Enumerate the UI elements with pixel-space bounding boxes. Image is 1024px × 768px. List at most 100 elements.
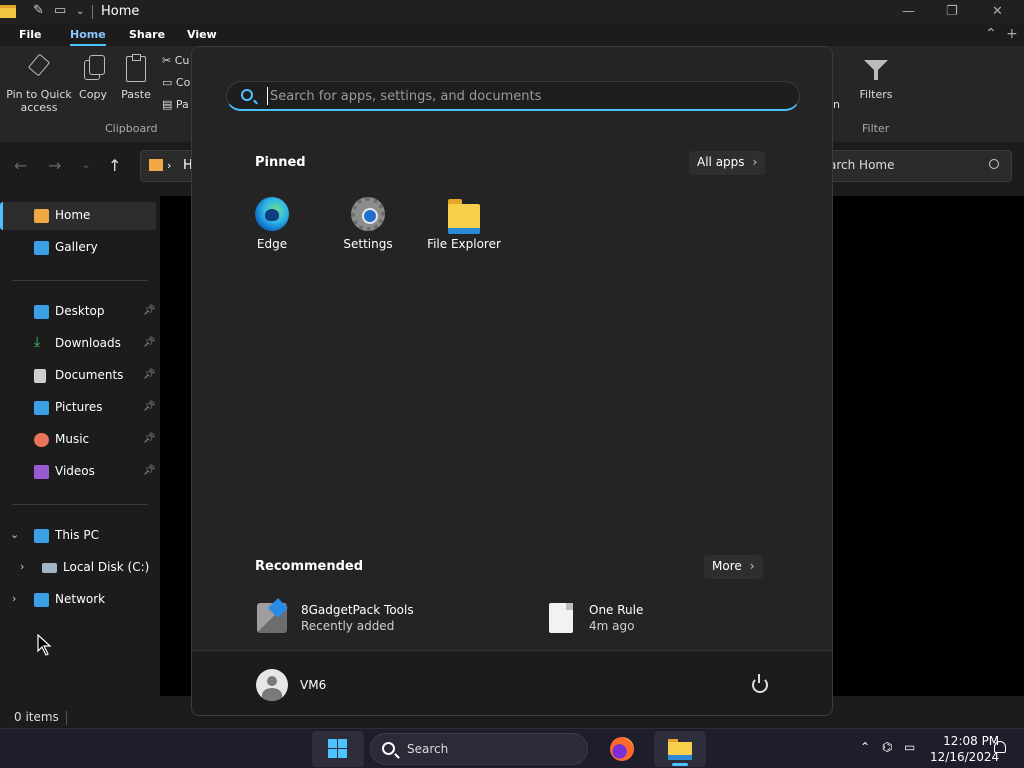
recent-chevron-icon[interactable]: ⌄ [82, 160, 90, 171]
recommended-item-time: 4m ago [589, 619, 635, 633]
cut-button[interactable]: ✂ Cu [162, 54, 189, 67]
pin-icon[interactable]: 📌︎ [143, 369, 156, 380]
sidebar-item-label: Local Disk (C:) [63, 560, 150, 574]
sidebar-item-downloads[interactable]: ⤓ Downloads 📌︎ [0, 330, 156, 358]
tab-home[interactable]: Home [70, 28, 106, 46]
sidebar-item-home[interactable]: Home [0, 202, 156, 230]
pin-icon[interactable]: 📌︎ [143, 401, 156, 412]
notification-bell-icon[interactable] [994, 741, 1006, 753]
chevron-right-icon[interactable]: › [20, 560, 24, 573]
recommended-item-one-rule[interactable]: One Rule 4m ago [549, 601, 749, 641]
tab-share[interactable]: Share [129, 28, 165, 41]
pinned-app-file-explorer[interactable]: File Explorer [416, 197, 512, 251]
taskbar-file-explorer[interactable] [654, 731, 706, 767]
pin-icon [26, 54, 52, 82]
pin-icon[interactable]: 📌︎ [143, 305, 156, 316]
sidebar-item-label: Home [55, 208, 91, 222]
search-icon [989, 159, 999, 169]
start-search-input[interactable] [267, 87, 787, 105]
disk-icon [42, 563, 57, 573]
sidebar-item-pictures[interactable]: Pictures 📌︎ [0, 394, 156, 422]
chevron-down-icon[interactable]: ⌄ [10, 528, 19, 541]
home-icon [149, 159, 163, 171]
collapse-ribbon-icon[interactable]: ⌃ [985, 26, 997, 42]
avatar[interactable] [256, 669, 288, 701]
start-menu: Pinned All apps › Edge Settings File Expl… [191, 46, 833, 716]
copy-path-button[interactable]: ▭ Co [162, 76, 190, 89]
tab-file[interactable]: File [19, 28, 42, 41]
folder-icon [0, 5, 16, 18]
music-icon [34, 433, 49, 447]
filter-icon [864, 58, 888, 82]
network-status-icon[interactable]: ⌬ [882, 740, 892, 754]
recommended-item-time: Recently added [301, 619, 395, 633]
pinned-app-edge[interactable]: Edge [224, 197, 320, 251]
start-search-box[interactable] [226, 81, 800, 111]
back-arrow-icon[interactable]: ← [14, 156, 27, 175]
filters-button[interactable]: Filters [856, 56, 896, 101]
restore-button[interactable]: ❐ [946, 4, 958, 19]
download-icon: ⤓ [34, 334, 41, 350]
firefox-icon[interactable] [610, 737, 634, 761]
pin-quick-access-button[interactable]: Pin to Quick access [6, 54, 72, 114]
pin-icon[interactable]: 📌︎ [143, 465, 156, 476]
title-bar: ✎ ▭ ⌄ Home — ❐ ✕ [0, 0, 1024, 24]
minimize-button[interactable]: — [902, 4, 915, 19]
sidebar-divider [12, 504, 148, 505]
sidebar-item-label: Network [55, 592, 106, 606]
sidebar-item-music[interactable]: Music 📌︎ [0, 426, 156, 454]
show-hidden-icons-chevron-icon[interactable]: ⌃ [860, 740, 870, 754]
paste-shortcut-button[interactable]: ▤ Pa [162, 98, 189, 111]
navigation-pane: Home Gallery Desktop 📌︎ ⤓ Downloads 📌︎ D… [0, 196, 160, 696]
sidebar-divider [12, 280, 148, 281]
pin-quick-access-label: Pin to Quick access [6, 88, 72, 114]
power-icon[interactable] [752, 674, 768, 693]
folder-body [668, 742, 692, 760]
tab-view[interactable]: View [187, 28, 217, 41]
paste-button[interactable]: Paste [118, 54, 154, 101]
new-tab-icon[interactable]: + [1006, 26, 1018, 42]
system-clock[interactable]: 12:08 PM 12/16/2024 [930, 733, 999, 765]
sidebar-item-documents[interactable]: Documents 📌︎ [0, 362, 156, 390]
pictures-icon [34, 401, 49, 415]
sidebar-item-gallery[interactable]: Gallery [0, 234, 156, 262]
pin-icon[interactable]: 📌︎ [143, 337, 156, 348]
recommended-item-gadgetpack[interactable]: 8GadgetPack Tools Recently added [257, 601, 497, 641]
new-folder-icon[interactable]: ▭ [54, 3, 66, 18]
copy-button[interactable]: Copy [76, 54, 110, 101]
chevron-right-icon: › [752, 155, 758, 169]
taskbar-search-box[interactable]: Search [370, 733, 588, 765]
taskbar: Search ⌃ ⌬ ▭ 12:08 PM 12/16/2024 [0, 728, 1024, 768]
chevron-down-icon[interactable]: ⌄ [76, 6, 84, 17]
pinned-app-settings[interactable]: Settings [320, 197, 416, 251]
user-name[interactable]: VM6 [300, 678, 326, 692]
all-apps-button[interactable]: All apps › [689, 151, 766, 175]
display-icon[interactable]: ▭ [904, 740, 915, 754]
sidebar-item-label: Gallery [55, 240, 98, 254]
sidebar-item-label: Documents [55, 368, 124, 382]
recommended-title: Recommended [255, 559, 364, 574]
filter-group-label: Filter [862, 122, 890, 135]
chevron-right-icon: › [749, 559, 755, 573]
properties-icon[interactable]: ✎ [33, 3, 44, 18]
start-menu-footer: VM6 [192, 650, 832, 715]
sidebar-item-this-pc[interactable]: ⌄ This PC [0, 522, 156, 550]
sidebar-item-label: This PC [55, 528, 99, 542]
chevron-right-icon[interactable]: › [12, 592, 16, 605]
sidebar-item-videos[interactable]: Videos 📌︎ [0, 458, 156, 486]
windows-logo-icon [328, 739, 348, 759]
up-arrow-icon[interactable]: ↑ [108, 156, 121, 175]
all-apps-label: All apps [697, 155, 745, 169]
copy-icon [80, 54, 106, 82]
sidebar-item-network[interactable]: › Network [0, 586, 156, 614]
forward-arrow-icon[interactable]: → [48, 156, 61, 175]
pc-icon [34, 529, 49, 543]
search-home-input[interactable]: arch Home [818, 150, 1012, 182]
recommended-item-name: One Rule [589, 603, 644, 617]
sidebar-item-local-disk[interactable]: › Local Disk (C:) [0, 554, 156, 582]
start-button[interactable] [312, 731, 364, 767]
close-button[interactable]: ✕ [992, 4, 1003, 19]
sidebar-item-desktop[interactable]: Desktop 📌︎ [0, 298, 156, 326]
more-button[interactable]: More › [704, 555, 763, 579]
pin-icon[interactable]: 📌︎ [143, 433, 156, 444]
